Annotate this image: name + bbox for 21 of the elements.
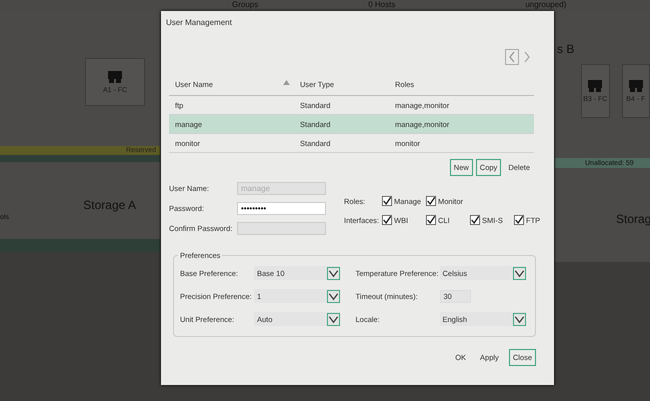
dialog-title: User Management [165,17,233,29]
text-field[interactable]: ••••••••• [237,202,326,215]
chevron-down-icon [327,266,340,280]
chevron-down-icon [512,312,526,326]
checkbox[interactable] [470,215,480,225]
checkbox[interactable] [426,215,436,225]
background-label: Groups [232,0,258,11]
checkbox[interactable] [382,215,392,225]
device-icon [107,70,123,84]
checkbox[interactable] [382,196,392,206]
background-label: 0 Hosts [368,0,396,11]
background-label: ungrouped) [525,0,566,11]
chevron-down-icon [327,312,340,326]
checkbox[interactable] [426,196,436,206]
device-icon [587,79,604,93]
section-heading: s B [556,42,576,56]
chevron-down-icon [327,290,340,302]
chevron-down-icon [512,266,526,280]
checkbox[interactable] [514,215,524,225]
device-icon [628,79,644,93]
section-heading: Storage A [82,198,137,212]
